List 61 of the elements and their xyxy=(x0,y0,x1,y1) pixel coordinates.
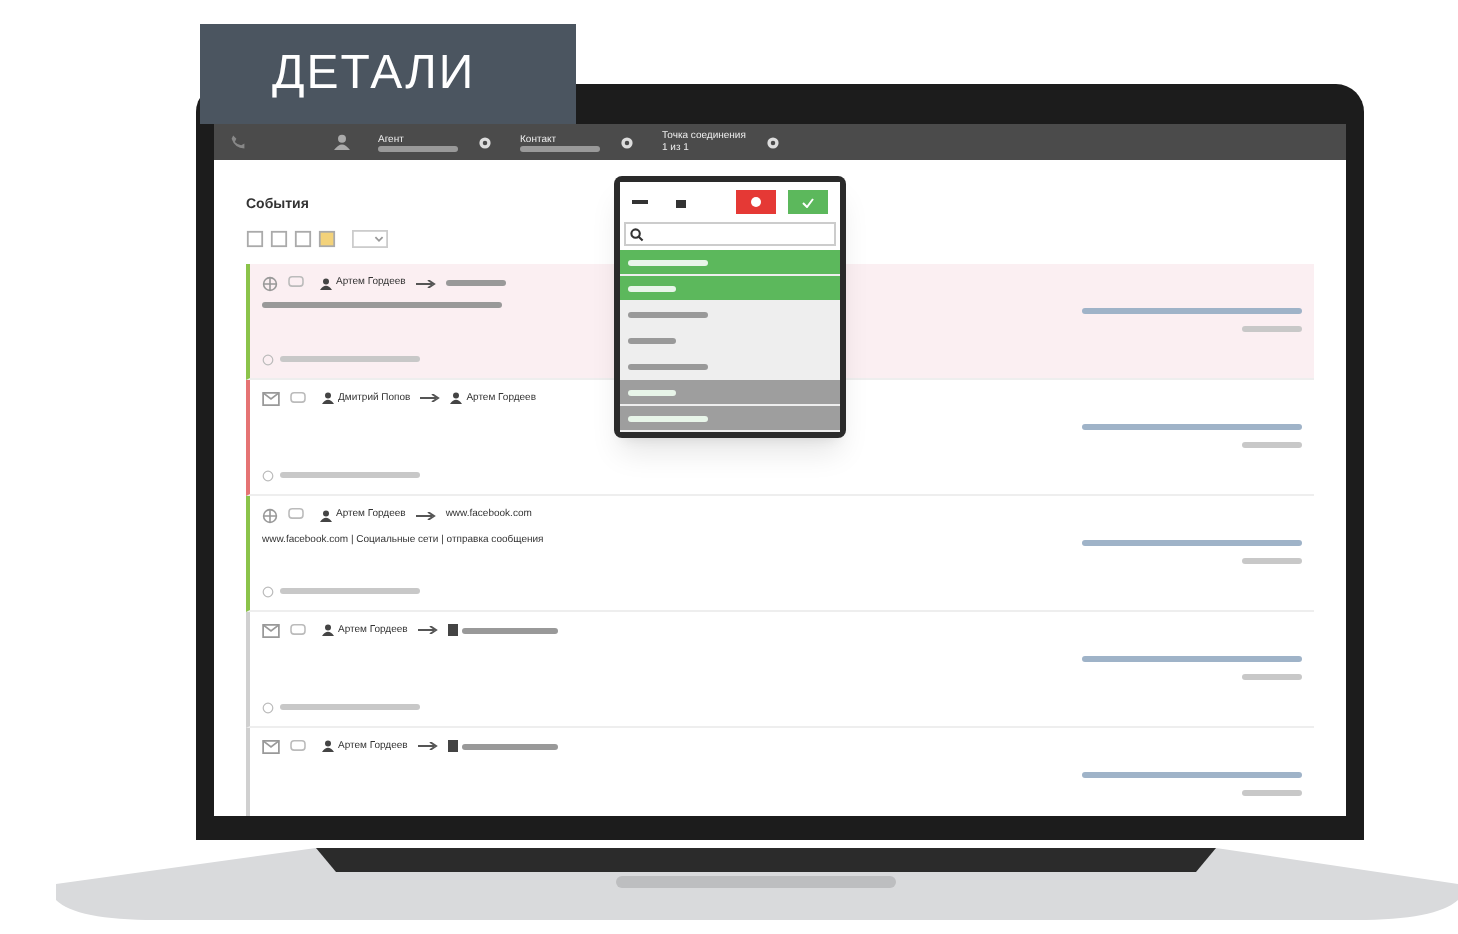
search-field[interactable] xyxy=(624,222,836,246)
arrow-icon xyxy=(417,626,438,635)
stop-button[interactable] xyxy=(736,190,776,214)
blurred-text-drawing xyxy=(280,588,420,594)
blurred-text-drawing xyxy=(628,363,708,369)
list-item[interactable] xyxy=(620,302,840,328)
blurred-text-drawing xyxy=(628,337,676,343)
chat-icon xyxy=(288,508,304,522)
section-tag: ДЕТАЛИ xyxy=(200,24,576,124)
chat-icon xyxy=(290,739,306,754)
chat-icon xyxy=(290,391,306,406)
blurred-text-drawing xyxy=(628,285,676,291)
dropdown-icon[interactable] xyxy=(350,229,390,247)
person-icon xyxy=(450,392,463,405)
arrow-icon xyxy=(415,279,436,287)
person-icon xyxy=(320,509,332,521)
blurred-text-drawing xyxy=(1242,790,1302,796)
blurred-text-drawing xyxy=(378,145,458,151)
blurred-text-drawing xyxy=(628,415,708,421)
chat-icon xyxy=(288,276,304,290)
phone-icon[interactable] xyxy=(230,134,246,150)
blurred-text-drawing xyxy=(280,704,420,710)
envelope-icon xyxy=(262,739,280,754)
blurred-text-drawing xyxy=(461,627,558,634)
blurred-text-drawing xyxy=(461,743,558,750)
arrow-icon xyxy=(417,742,438,751)
list-item[interactable] xyxy=(620,250,840,276)
list-item[interactable] xyxy=(620,276,840,302)
arrow-icon xyxy=(420,394,441,403)
blurred-text-drawing xyxy=(1242,674,1302,680)
search-icon xyxy=(630,227,644,241)
list-item[interactable] xyxy=(620,380,840,406)
blurred-text-drawing xyxy=(628,311,708,317)
globe-icon xyxy=(262,507,278,523)
lock-icon[interactable] xyxy=(676,196,686,208)
envelope-icon xyxy=(262,391,280,406)
person-icon xyxy=(322,740,334,753)
blurred-text-drawing xyxy=(1242,326,1302,332)
person-icon xyxy=(322,392,334,405)
settings-icon[interactable] xyxy=(478,135,492,149)
envelope-icon xyxy=(262,623,280,638)
blurred-text-drawing xyxy=(1242,558,1302,564)
blurred-text-drawing xyxy=(628,259,708,265)
confirm-button[interactable] xyxy=(788,190,828,214)
blurred-text-drawing xyxy=(628,389,676,395)
check-icon xyxy=(802,197,814,207)
list-item[interactable] xyxy=(620,406,840,432)
globe-icon xyxy=(262,275,278,291)
blurred-text-drawing xyxy=(1242,442,1302,448)
settings-icon[interactable] xyxy=(620,135,634,149)
blurred-text-drawing xyxy=(280,356,420,362)
chat-icon xyxy=(290,623,306,638)
blurred-text-drawing xyxy=(445,280,506,286)
person-icon[interactable] xyxy=(334,134,350,150)
arrow-icon xyxy=(415,511,436,519)
settings-icon[interactable] xyxy=(765,135,780,149)
person-icon xyxy=(322,624,334,637)
blurred-text-drawing xyxy=(280,472,420,478)
blurred-text-drawing xyxy=(520,145,600,151)
list-item[interactable] xyxy=(620,354,840,380)
person-icon xyxy=(320,277,332,289)
